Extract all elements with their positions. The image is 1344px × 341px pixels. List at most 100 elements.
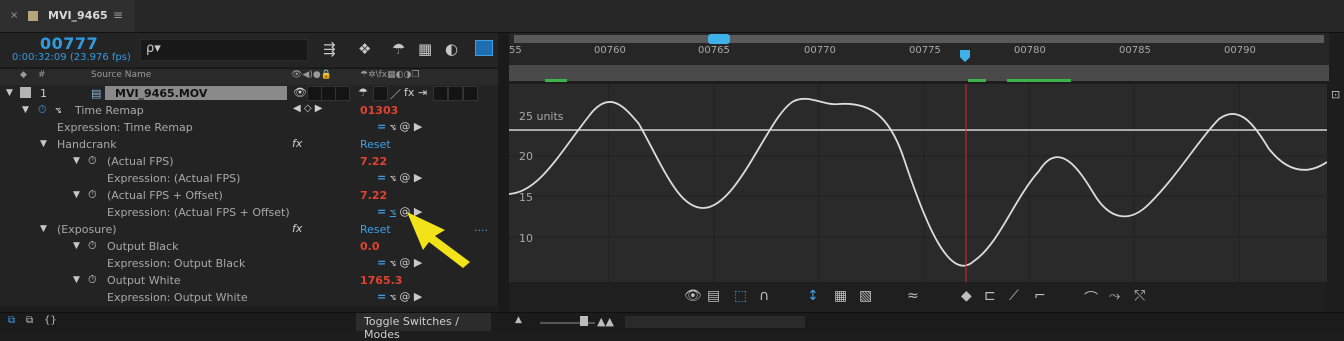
- stopwatch-icon[interactable]: ⏱: [88, 273, 97, 287]
- switch-cell[interactable]: [433, 86, 448, 101]
- property-row-actual-fps[interactable]: ▼ ⏱ (Actual FPS) 7.22: [0, 153, 498, 170]
- property-value[interactable]: 0.0: [360, 240, 380, 253]
- time-navigator-bar[interactable]: [509, 65, 1329, 82]
- work-area-bar[interactable]: [514, 35, 1324, 43]
- shy-switch-icon[interactable]: ☂: [358, 86, 368, 99]
- reset-link[interactable]: Reset: [360, 223, 391, 236]
- column-number[interactable]: #: [38, 70, 46, 80]
- switch-cell[interactable]: [448, 86, 463, 101]
- current-time-display[interactable]: 00777: [40, 34, 98, 53]
- property-row-output-white[interactable]: ▼ ⏱ Output White 1765.3: [0, 272, 498, 289]
- expression-graph-icon[interactable]: ⦪: [390, 171, 396, 184]
- linear-keyframe-icon[interactable]: ⟋: [1009, 288, 1019, 304]
- easy-ease-out-icon[interactable]: ⤲: [1134, 288, 1145, 304]
- expression-row[interactable]: Expression: (Actual FPS) = ⦪ @ ▶: [0, 170, 498, 187]
- effect-row-handcrank[interactable]: ▼ Handcrank fx Reset: [0, 136, 498, 153]
- property-value[interactable]: 01303: [360, 104, 398, 117]
- expand-triangle[interactable]: ▼: [73, 156, 80, 166]
- graph-editor-button[interactable]: [475, 40, 493, 56]
- fx-icon[interactable]: fx: [292, 137, 302, 150]
- draft-3d-icon[interactable]: ❖: [358, 40, 371, 58]
- switch-cell[interactable]: [335, 86, 350, 101]
- graph-canvas[interactable]: 25 units 20 15 10: [508, 84, 1328, 282]
- reset-link[interactable]: Reset: [360, 138, 391, 151]
- horizontal-scrollbar[interactable]: [625, 316, 805, 328]
- property-value[interactable]: 1765.3: [360, 274, 402, 287]
- expression-graph-icon[interactable]: ⦪: [390, 290, 396, 303]
- expression-enable-icon[interactable]: =: [377, 120, 386, 133]
- expression-controls[interactable]: = ⦪ @ ▶: [377, 290, 422, 304]
- property-row-actual-fps-offset[interactable]: ▼ ⏱ (Actual FPS + Offset) 7.22: [0, 187, 498, 204]
- auto-bezier-icon[interactable]: ⌐: [1034, 288, 1046, 304]
- switch-cell[interactable]: [307, 86, 322, 101]
- comp-mini-flowchart-icon[interactable]: ⇶: [323, 40, 336, 58]
- property-value[interactable]: 7.22: [360, 155, 387, 168]
- more-options-icon[interactable]: ....: [474, 221, 488, 234]
- zoom-slider-thumb[interactable]: [580, 316, 588, 326]
- search-input[interactable]: ρ▾: [140, 39, 308, 61]
- toggle-switches-modes-button[interactable]: Toggle Switches / Modes: [356, 313, 491, 341]
- expand-triangle[interactable]: ▼: [73, 190, 80, 200]
- expression-enable-icon[interactable]: =: [377, 171, 386, 184]
- effects-switch-icon[interactable]: fx: [404, 86, 414, 99]
- tab-close-button[interactable]: ×: [10, 10, 18, 21]
- frame-blending-icon[interactable]: ▦: [418, 40, 432, 58]
- layer-row[interactable]: ▼ 1 ▤ MVI_9465.MOV 👁 ☂ ／ fx ⇥: [0, 85, 498, 102]
- in-out-icon[interactable]: {}: [44, 315, 57, 326]
- layer-switches-icon[interactable]: ⧉: [8, 315, 15, 326]
- expression-controls[interactable]: = ⦪ @ ▶: [377, 171, 422, 185]
- expand-triangle[interactable]: ▼: [73, 241, 80, 251]
- hold-keyframe-icon[interactable]: ⊏: [984, 288, 996, 304]
- expression-menu-icon[interactable]: ▶: [414, 120, 422, 133]
- zoom-in-icon[interactable]: ▲▲: [597, 315, 614, 328]
- snap-magnet-icon[interactable]: ∩: [759, 288, 769, 304]
- zoom-out-icon[interactable]: ▲: [515, 315, 522, 325]
- column-source-name[interactable]: Source Name: [91, 70, 151, 80]
- expression-graph-icon[interactable]: ⦪: [390, 120, 396, 133]
- label-tag-icon[interactable]: ◆: [20, 70, 27, 80]
- switch-cell[interactable]: [321, 86, 336, 101]
- switch-cell[interactable]: [463, 86, 478, 101]
- expand-triangle[interactable]: ▼: [22, 105, 29, 115]
- motion-blur-icon[interactable]: ◐: [445, 40, 458, 58]
- expression-enable-icon[interactable]: =: [377, 205, 386, 218]
- panel-menu-icon[interactable]: ≡: [113, 8, 123, 22]
- frame-blend-switch-icon[interactable]: ⇥: [418, 86, 427, 99]
- expression-enable-icon[interactable]: =: [377, 290, 386, 303]
- stopwatch-icon[interactable]: ⏱: [88, 154, 97, 168]
- expand-triangle[interactable]: ▼: [73, 275, 80, 285]
- graph-options-icon[interactable]: ⊡: [1331, 88, 1340, 101]
- expression-graph-icon[interactable]: ⦪: [390, 256, 396, 269]
- fit-selection-icon[interactable]: ▦: [834, 288, 847, 304]
- graph-editor[interactable]: 25 units 20 15 10: [508, 84, 1328, 282]
- fx-icon[interactable]: fx: [292, 222, 302, 235]
- expression-graph-icon[interactable]: ⦪: [390, 205, 396, 218]
- layer-label-swatch[interactable]: [20, 87, 31, 98]
- vertical-scrollbar[interactable]: ⊡: [1329, 66, 1344, 312]
- expand-layer-triangle[interactable]: ▼: [6, 88, 13, 98]
- composition-tab[interactable]: × MVI_9465 ≡: [0, 0, 135, 32]
- navigator-handle[interactable]: [708, 34, 730, 44]
- auto-zoom-icon[interactable]: ↕: [807, 288, 819, 304]
- separate-dimensions-icon[interactable]: ≈: [907, 288, 919, 304]
- expression-menu-icon[interactable]: ▶: [414, 171, 422, 184]
- video-visibility-icon[interactable]: 👁: [293, 86, 307, 99]
- stopwatch-icon[interactable]: ⏱: [88, 188, 97, 202]
- expression-row[interactable]: Expression: Time Remap = ⦪ @ ▶: [0, 119, 498, 136]
- graph-type-icon[interactable]: ▤: [707, 288, 720, 304]
- keyframe-navigator-icon[interactable]: ◀ ◇ ▶: [293, 103, 322, 114]
- expression-menu-icon[interactable]: ▶: [414, 290, 422, 303]
- expression-row[interactable]: Expression: Output White = ⦪ @ ▶: [0, 289, 498, 306]
- expression-enable-icon[interactable]: =: [377, 256, 386, 269]
- easy-ease-in-icon[interactable]: ⤳: [1109, 288, 1120, 304]
- eye-icon[interactable]: 👁: [684, 288, 702, 304]
- transform-box-icon[interactable]: ⬚: [734, 288, 747, 304]
- quality-switch-icon[interactable]: ／: [390, 86, 401, 102]
- expand-triangle[interactable]: ▼: [40, 224, 47, 234]
- expression-controls[interactable]: = ⦪ @ ▶: [377, 120, 422, 134]
- property-value[interactable]: 7.22: [360, 189, 387, 202]
- easy-ease-icon[interactable]: ⌒: [1084, 288, 1098, 308]
- property-row-time-remap[interactable]: ▼ ⏱ ⦪ Time Remap ◀ ◇ ▶ 01303: [0, 102, 498, 119]
- fit-all-icon[interactable]: ▧: [859, 288, 872, 304]
- graph-icon[interactable]: ⦪: [55, 103, 61, 117]
